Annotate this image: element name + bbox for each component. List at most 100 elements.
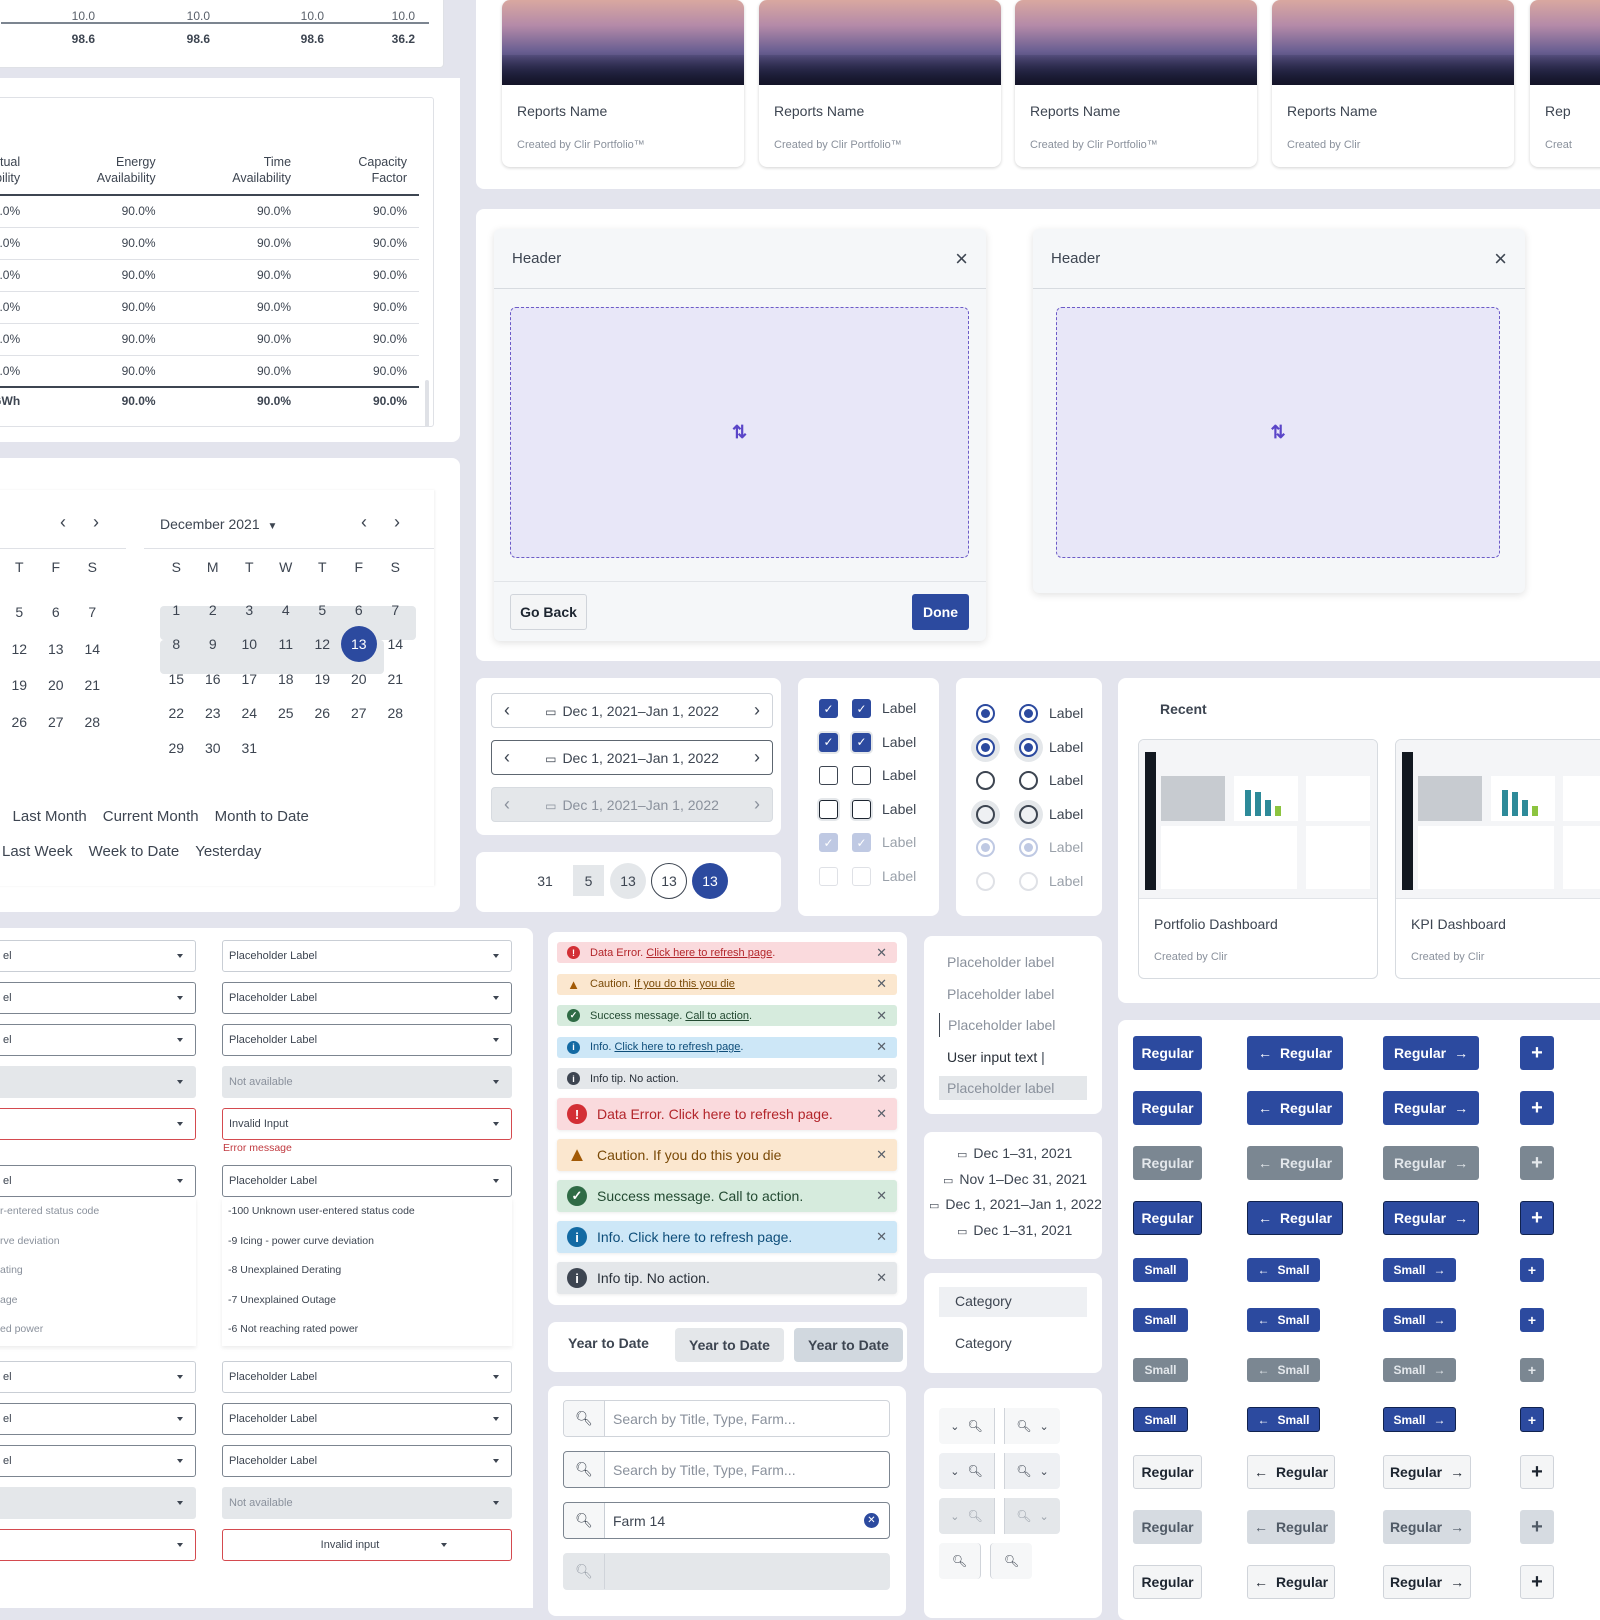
calendar-day[interactable]: 31 <box>231 731 268 766</box>
drop-zone[interactable]: ⇅ <box>510 307 969 558</box>
regular-back-button[interactable]: ← Regular <box>1247 1455 1335 1489</box>
regular-back-button[interactable]: ← Regular <box>1247 1146 1343 1180</box>
search-toggle[interactable]: 🔍︎ <box>939 1543 981 1579</box>
calendar-day[interactable]: 28 <box>74 704 111 741</box>
chevron-right-icon[interactable]: › <box>754 794 760 815</box>
calendar-day[interactable]: 20 <box>341 662 378 697</box>
checkbox[interactable] <box>819 799 838 819</box>
calendar-day[interactable]: 14 <box>377 627 414 662</box>
radio-selected[interactable] <box>976 704 995 723</box>
regular-next-button[interactable]: Regular → <box>1383 1146 1479 1180</box>
category-item[interactable]: Category <box>939 1329 1087 1359</box>
regular-button[interactable]: Regular <box>1133 1201 1202 1235</box>
small-back-button[interactable]: ← Small <box>1247 1258 1320 1282</box>
calendar-day[interactable]: 21 <box>377 662 414 697</box>
select-dropdown[interactable]: Placeholder Label <box>222 1024 512 1056</box>
dropdown-option[interactable]: -9 Icing - power curve deviation <box>228 1235 374 1247</box>
select-dropdown[interactable]: Placeholder Label <box>222 982 512 1014</box>
next-month-icon[interactable]: › <box>394 512 400 533</box>
regular-next-button[interactable]: Regular → <box>1383 1036 1479 1070</box>
small-next-button[interactable]: Small → <box>1383 1358 1456 1382</box>
calendar-day[interactable]: 2 <box>195 593 232 628</box>
regular-back-button[interactable]: ← Regular <box>1247 1201 1343 1235</box>
calendar-day[interactable]: 27 <box>341 696 378 731</box>
date-preset[interactable]: Week to Date <box>89 843 180 860</box>
calendar-day[interactable]: 17 <box>231 662 268 697</box>
drop-zone[interactable]: ⇅ <box>1056 307 1500 558</box>
search-dropdown-toggle[interactable]: 🔍︎ ⌄ <box>1004 1453 1060 1489</box>
close-icon[interactable]: ✕ <box>876 1008 887 1024</box>
calendar-day[interactable]: 6 <box>341 593 378 628</box>
text-input-filled[interactable]: User input text | <box>939 1045 1087 1069</box>
small-button[interactable]: Small <box>1133 1358 1188 1382</box>
regular-button[interactable]: Regular <box>1133 1091 1202 1125</box>
regular-next-button[interactable]: Regular → <box>1383 1510 1471 1544</box>
chevron-left-icon[interactable]: ‹ <box>504 700 510 721</box>
alert-link[interactable]: If you do this you die <box>634 978 735 990</box>
calendar-day[interactable]: 15 <box>158 662 195 697</box>
radio[interactable] <box>976 771 995 790</box>
day-chip[interactable]: 31 <box>527 863 563 899</box>
date-range-stepper[interactable]: ‹ ▭ Dec 1, 2021–Jan 1, 2022 › <box>491 693 773 728</box>
small-next-button[interactable]: Small → <box>1383 1407 1456 1432</box>
small-next-button[interactable]: Small → <box>1383 1258 1456 1282</box>
select-dropdown[interactable]: el <box>0 1445 196 1477</box>
radio-selected[interactable] <box>1019 737 1038 757</box>
calendar-day[interactable]: 5 <box>1 594 38 631</box>
regular-button[interactable]: Regular <box>1133 1036 1202 1070</box>
calendar-day[interactable]: 12 <box>304 627 341 662</box>
report-card[interactable]: Reports Name Created by Clir <box>1272 0 1514 167</box>
alert-link[interactable]: Click here to refresh page <box>646 947 772 959</box>
select-dropdown[interactable]: el <box>0 1165 196 1197</box>
radio-selected[interactable] <box>976 737 995 757</box>
radio[interactable] <box>1019 804 1038 824</box>
calendar-day[interactable]: 14 <box>74 631 111 668</box>
regular-next-button[interactable]: Regular → <box>1383 1565 1471 1599</box>
calendar-day[interactable]: 28 <box>377 696 414 731</box>
text-input[interactable]: Placeholder label <box>939 950 1087 974</box>
date-preset[interactable]: Last Month <box>13 808 87 825</box>
close-icon[interactable]: ✕ <box>876 1039 887 1055</box>
select-dropdown[interactable]: el <box>0 1361 196 1393</box>
calendar-day[interactable]: 9 <box>195 627 232 662</box>
regular-button[interactable]: Regular <box>1133 1455 1202 1489</box>
checkbox-checked[interactable]: ✓ <box>852 732 871 752</box>
alert-link[interactable]: Call to action <box>685 1010 749 1022</box>
calendar-day[interactable]: 25 <box>268 696 305 731</box>
add-button[interactable]: + <box>1520 1455 1554 1489</box>
calendar-day[interactable]: 12 <box>1 631 38 668</box>
date-range-stepper[interactable]: ‹ ▭ Dec 1, 2021–Jan 1, 2022 › <box>491 787 773 822</box>
search-input[interactable] <box>605 1410 889 1427</box>
calendar-day[interactable]: 29 <box>158 731 195 766</box>
add-button[interactable]: + <box>1520 1308 1544 1332</box>
dropdown-search-toggle[interactable]: ⌄ 🔍︎ <box>939 1453 995 1489</box>
select-dropdown[interactable]: el <box>0 940 196 972</box>
checkbox-checked[interactable]: ✓ <box>819 732 838 752</box>
close-icon[interactable]: × <box>1494 247 1507 270</box>
search-input[interactable] <box>605 1512 864 1529</box>
add-button[interactable]: + <box>1520 1565 1554 1599</box>
report-card[interactable]: Reports Name Created by Clir Portfolio™ <box>759 0 1001 167</box>
select-dropdown[interactable] <box>0 1487 196 1519</box>
regular-next-button[interactable]: Regular → <box>1383 1455 1471 1489</box>
add-button[interactable]: + <box>1520 1358 1544 1382</box>
category-item-active[interactable]: Category <box>939 1287 1087 1317</box>
add-button[interactable]: + <box>1520 1146 1554 1180</box>
select-dropdown[interactable]: Invalid input <box>222 1529 512 1561</box>
regular-back-button[interactable]: ← Regular <box>1247 1510 1335 1544</box>
dropdown-option[interactable]: ed power <box>0 1323 43 1335</box>
calendar-day[interactable]: 18 <box>268 662 305 697</box>
select-dropdown[interactable]: el <box>0 1403 196 1435</box>
close-icon[interactable]: ✕ <box>876 1270 887 1286</box>
radio-selected[interactable] <box>976 838 995 857</box>
calendar-day[interactable]: 6 <box>38 594 75 631</box>
alert-link[interactable]: Click here to refresh page <box>614 1041 740 1053</box>
checkbox[interactable] <box>852 799 871 819</box>
close-icon[interactable]: ✕ <box>876 1147 887 1163</box>
checkbox-checked[interactable]: ✓ <box>852 699 871 718</box>
dropdown-option[interactable]: -100 Unknown user-entered status code <box>228 1205 415 1217</box>
calendar-day[interactable]: 5 <box>304 593 341 628</box>
checkbox-checked[interactable]: ✓ <box>819 699 838 718</box>
checkbox[interactable] <box>852 866 871 886</box>
search-toggle[interactable]: 🔍︎ <box>990 1543 1032 1579</box>
